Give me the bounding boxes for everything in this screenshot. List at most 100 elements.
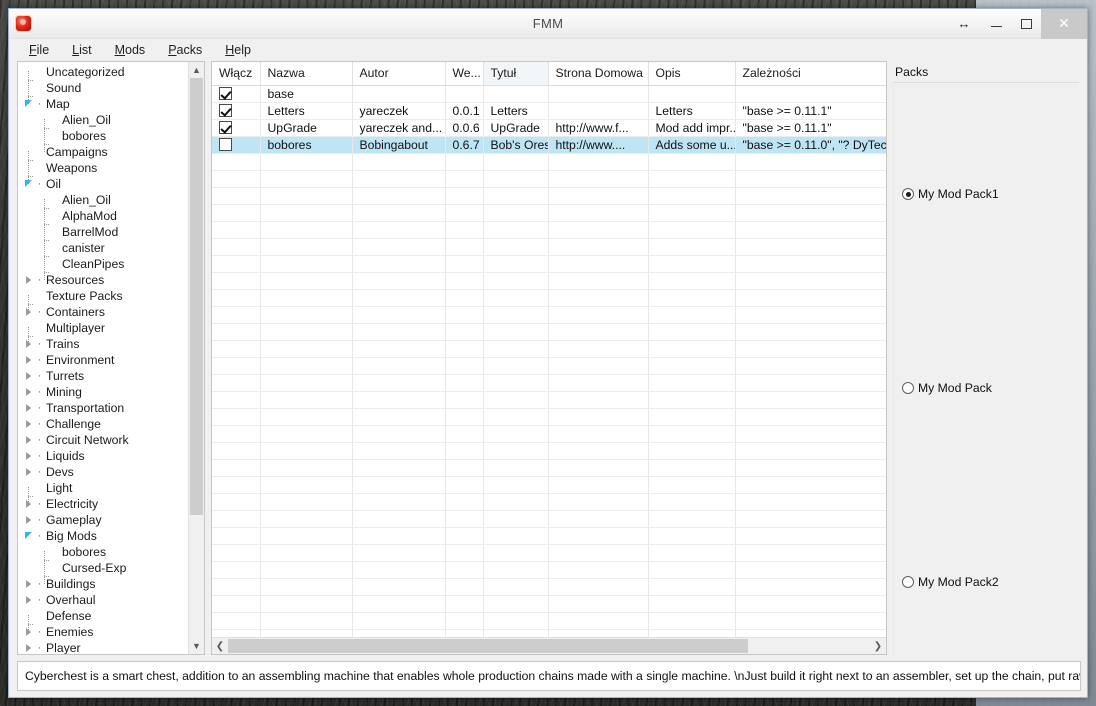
menu-packs[interactable]: Packs <box>158 41 212 59</box>
tree-item-trains[interactable]: ·Trains <box>18 336 188 352</box>
chevron-left-icon[interactable]: ❮ <box>212 638 228 654</box>
tree-expander-collapsed-icon[interactable] <box>26 372 31 380</box>
enable-checkbox[interactable] <box>219 121 232 134</box>
tree-item-oil[interactable]: ·Oil <box>18 176 188 192</box>
tree-item-bobores[interactable]: bobores <box>18 544 188 560</box>
tree-item-defense[interactable]: Defense <box>18 608 188 624</box>
empty-cell <box>648 612 735 629</box>
table-header-we-[interactable]: We... <box>445 62 483 85</box>
tree-item-containers[interactable]: ·Containers <box>18 304 188 320</box>
table-header-zale-no-ci[interactable]: Zależności <box>735 62 886 85</box>
table-header-opis[interactable]: Opis <box>648 62 735 85</box>
tree-item-gameplay[interactable]: ·Gameplay <box>18 512 188 528</box>
tree-item-weapons[interactable]: Weapons <box>18 160 188 176</box>
empty-cell <box>212 629 260 637</box>
enable-checkbox[interactable] <box>219 138 232 151</box>
resize-arrows-icon[interactable]: ↔ <box>947 9 981 39</box>
tree-item-overhaul[interactable]: ·Overhaul <box>18 592 188 608</box>
table-header-w-cz[interactable]: Włącz <box>212 62 260 85</box>
enable-checkbox[interactable] <box>219 104 232 117</box>
tree-item-alien-oil[interactable]: Alien_Oil <box>18 112 188 128</box>
empty-cell <box>648 459 735 476</box>
table-row[interactable]: base <box>212 85 886 102</box>
tree-expander-collapsed-icon[interactable] <box>26 452 31 460</box>
row-enable-cell[interactable] <box>212 119 260 136</box>
pack-radio-item[interactable]: My Mod Pack1 <box>902 187 999 201</box>
menu-mods[interactable]: Mods <box>105 41 156 59</box>
enable-checkbox[interactable] <box>219 87 232 100</box>
tree-item-liquids[interactable]: ·Liquids <box>18 448 188 464</box>
menu-file[interactable]: File <box>19 41 59 59</box>
tree-item-big-mods[interactable]: ·Big Mods <box>18 528 188 544</box>
tree-item-alien-oil[interactable]: Alien_Oil <box>18 192 188 208</box>
table-header-tytu-[interactable]: Tytuł <box>483 62 548 85</box>
table-horizontal-scrollbar[interactable]: ❮ ❯ <box>212 637 886 654</box>
tree-expander-collapsed-icon[interactable] <box>26 580 31 588</box>
maximize-icon[interactable] <box>1011 9 1041 39</box>
chevron-down-icon[interactable]: ▼ <box>189 638 204 654</box>
table-row[interactable]: UpGradeyareczek and...0.0.6UpGradehttp:/… <box>212 119 886 136</box>
pack-radio-label: My Mod Pack1 <box>918 187 999 201</box>
chevron-up-icon[interactable]: ▲ <box>189 62 204 78</box>
hscrollbar-track[interactable] <box>228 638 870 654</box>
tree-expander-collapsed-icon[interactable] <box>26 356 31 364</box>
close-icon[interactable]: ✕ <box>1041 9 1087 39</box>
tree-vertical-scrollbar[interactable]: ▲ ▼ <box>188 62 204 654</box>
menu-list[interactable]: List <box>62 41 101 59</box>
tree-expander-collapsed-icon[interactable] <box>26 388 31 396</box>
tree-scrollbar-thumb[interactable] <box>190 78 203 515</box>
tree-item-devs[interactable]: ·Devs <box>18 464 188 480</box>
tree-item-player[interactable]: ·Player <box>18 640 188 654</box>
tree-expander-collapsed-icon[interactable] <box>26 644 31 652</box>
tree-item-map[interactable]: ·Map <box>18 96 188 112</box>
tree-item-enemies[interactable]: ·Enemies <box>18 624 188 640</box>
table-header-autor[interactable]: Autor <box>352 62 445 85</box>
empty-cell <box>352 544 445 561</box>
row-enable-cell[interactable] <box>212 85 260 102</box>
empty-cell <box>483 374 548 391</box>
tree-item-turrets[interactable]: ·Turrets <box>18 368 188 384</box>
tree-item-light[interactable]: Light <box>18 480 188 496</box>
tree-item-challenge[interactable]: ·Challenge <box>18 416 188 432</box>
table-header-nazwa[interactable]: Nazwa <box>260 62 352 85</box>
table-row[interactable]: boboresBobingabout0.6.7Bob's Oreshttp://… <box>212 136 886 153</box>
tree-expander-collapsed-icon[interactable] <box>26 420 31 428</box>
empty-cell <box>648 408 735 425</box>
row-enable-cell[interactable] <box>212 102 260 119</box>
tree-expander-collapsed-icon[interactable] <box>26 516 31 524</box>
empty-cell <box>260 510 352 527</box>
tree-item-mining[interactable]: ·Mining <box>18 384 188 400</box>
table-header-strona-domowa[interactable]: Strona Domowa <box>548 62 648 85</box>
window-titlebar[interactable]: FMM ↔ ✕ <box>9 9 1087 39</box>
hscrollbar-thumb[interactable] <box>228 639 748 653</box>
tree-item-sound[interactable]: Sound <box>18 80 188 96</box>
tree-item-electricity[interactable]: ·Electricity <box>18 496 188 512</box>
category-tree[interactable]: UncategorizedSound·MapAlien_OilboboresCa… <box>18 62 188 654</box>
tree-item-uncategorized[interactable]: Uncategorized <box>18 64 188 80</box>
minimize-icon[interactable] <box>981 9 1011 39</box>
tree-item-texture-packs[interactable]: Texture Packs <box>18 288 188 304</box>
tree-expander-expanded-icon[interactable] <box>25 532 32 539</box>
empty-cell <box>352 595 445 612</box>
tree-expander-collapsed-icon[interactable] <box>26 468 31 476</box>
tree-expander-collapsed-icon[interactable] <box>26 596 31 604</box>
table-row[interactable]: Lettersyareczek0.0.1LettersLetters"base … <box>212 102 886 119</box>
tree-item-transportation[interactable]: ·Transportation <box>18 400 188 416</box>
tree-expander-collapsed-icon[interactable] <box>26 276 31 284</box>
menu-help[interactable]: Help <box>215 41 261 59</box>
chevron-right-icon[interactable]: ❯ <box>870 638 886 654</box>
tree-item-environment[interactable]: ·Environment <box>18 352 188 368</box>
pack-radio-button[interactable] <box>902 188 914 200</box>
tree-expander-collapsed-icon[interactable] <box>26 436 31 444</box>
tree-item-multiplayer[interactable]: Multiplayer <box>18 320 188 336</box>
tree-expander-collapsed-icon[interactable] <box>26 404 31 412</box>
tree-item-circuit-network[interactable]: ·Circuit Network <box>18 432 188 448</box>
tree-item-label: bobores <box>60 545 106 559</box>
pack-radio-button[interactable] <box>902 576 914 588</box>
pack-radio-item[interactable]: My Mod Pack <box>902 381 992 395</box>
pack-radio-item[interactable]: My Mod Pack2 <box>902 575 999 589</box>
row-enable-cell[interactable] <box>212 136 260 153</box>
table-empty-row <box>212 272 886 289</box>
pack-radio-button[interactable] <box>902 382 914 394</box>
tree-item-label: Map <box>44 97 70 111</box>
